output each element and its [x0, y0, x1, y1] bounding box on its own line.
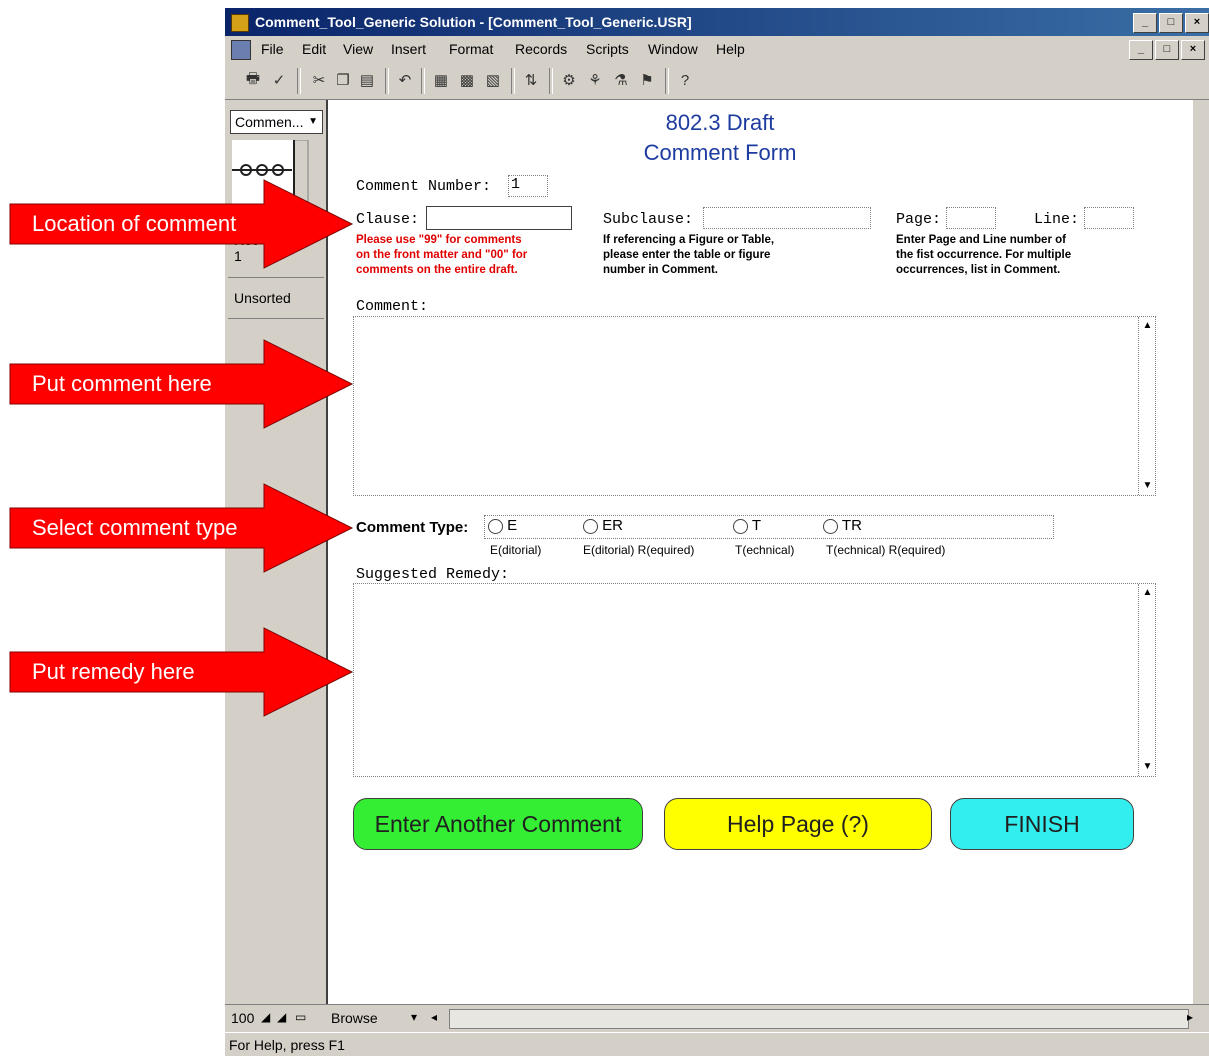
- subclause-field[interactable]: [703, 207, 871, 229]
- menu-scripts[interactable]: Scripts: [586, 36, 629, 62]
- clause-label: Clause:: [356, 211, 420, 228]
- new-record-icon[interactable]: ▦: [431, 70, 451, 90]
- scroll-down-icon[interactable]: ▼: [1140, 479, 1155, 493]
- minimize-button[interactable]: _: [1133, 13, 1157, 33]
- window-scrollbar[interactable]: [1193, 100, 1209, 1004]
- comment-type-t-desc: T(echnical): [735, 543, 795, 557]
- zoom-out-icon[interactable]: ◢: [261, 1010, 270, 1024]
- comment-number-label: Comment Number:: [356, 178, 492, 195]
- page-note-line3: occurrences, list in Comment.: [896, 264, 1061, 276]
- comment-type-er[interactable]: ER: [583, 517, 623, 534]
- omit-icon[interactable]: ⚗: [611, 70, 631, 90]
- comment-textarea[interactable]: ▲ ▼: [353, 316, 1156, 496]
- mode-selector[interactable]: Browse: [331, 1010, 378, 1026]
- subclause-note-line2: please enter the table or figure: [603, 249, 771, 261]
- clause-field[interactable]: [426, 206, 572, 230]
- form-title-line1: 802.3 Draft: [665, 110, 775, 135]
- line-field[interactable]: [1084, 207, 1134, 229]
- status-toggle-icon[interactable]: ▭: [295, 1010, 306, 1024]
- comment-type-t[interactable]: T: [733, 517, 761, 534]
- window-title-bar[interactable]: Comment_Tool_Generic Solution - [Comment…: [225, 8, 1209, 36]
- annotation-remedy: Put remedy here: [32, 659, 195, 684]
- duplicate-record-icon[interactable]: ▩: [457, 70, 477, 90]
- annotation-arrows: [9, 179, 354, 717]
- horizontal-scrollbar[interactable]: [449, 1009, 1189, 1029]
- remedy-label: Suggested Remedy:: [356, 566, 510, 583]
- clause-note-line3: comments on the entire draft.: [356, 264, 518, 276]
- delete-record-icon[interactable]: ▧: [483, 70, 503, 90]
- zoom-in-icon[interactable]: ◢: [277, 1010, 286, 1024]
- menu-window[interactable]: Window: [648, 36, 698, 62]
- comment-type-tr-desc: T(echnical) R(equired): [826, 543, 946, 557]
- chevron-down-icon[interactable]: ▾: [411, 1010, 417, 1024]
- subclause-note-line3: number in Comment.: [603, 264, 719, 276]
- page-label: Page:: [896, 211, 942, 228]
- subclause-note-line1: If referencing a Figure or Table,: [603, 234, 775, 246]
- comment-scrollbar[interactable]: ▲ ▼: [1138, 317, 1155, 495]
- maximize-button[interactable]: □: [1159, 13, 1183, 33]
- subclause-label: Subclause:: [603, 211, 694, 228]
- undo-icon[interactable]: ↶: [395, 70, 415, 90]
- menu-insert[interactable]: Insert: [391, 36, 426, 62]
- find-all-icon[interactable]: ⚘: [585, 70, 605, 90]
- menu-records[interactable]: Records: [515, 36, 567, 62]
- scroll-right-icon[interactable]: ▸: [1187, 1010, 1193, 1024]
- comment-type-group: [484, 515, 1054, 539]
- sort-icon[interactable]: ⇅: [521, 70, 541, 90]
- doc-minimize-button[interactable]: _: [1129, 40, 1153, 60]
- comment-type-e-desc: E(ditorial): [490, 543, 542, 557]
- line-label: Line:: [1034, 211, 1080, 228]
- clause-note-line1: Please use "99" for comments: [356, 234, 522, 246]
- page-note-line2: the fist occurrence. For multiple: [896, 249, 1072, 261]
- status-text: For Help, press F1: [229, 1037, 345, 1053]
- annotation-type: Select comment type: [32, 515, 238, 540]
- finish-button[interactable]: FINISH: [950, 798, 1134, 850]
- page-note-line1: Enter Page and Line number of: [896, 234, 1066, 246]
- page-field[interactable]: [946, 207, 996, 229]
- comment-number-field[interactable]: 1: [508, 175, 548, 197]
- comment-type-tr[interactable]: TR: [823, 517, 862, 534]
- menu-format[interactable]: Format: [449, 36, 493, 62]
- doc-restore-button[interactable]: □: [1155, 40, 1179, 60]
- annotation-comment: Put comment here: [32, 371, 212, 396]
- comment-type-label: Comment Type:: [356, 519, 469, 536]
- annotation-location: Location of comment: [32, 211, 237, 236]
- paste-icon[interactable]: ▤: [357, 70, 377, 90]
- status-bar: For Help, press F1: [225, 1032, 1209, 1056]
- menu-help[interactable]: Help: [716, 36, 745, 62]
- form-title-line2: Comment Form: [643, 140, 797, 165]
- show-omitted-icon[interactable]: ⚑: [637, 70, 657, 90]
- toolbar: 🖶 ✓ ✂ ❐ ▤ ↶ ▦ ▩ ▧ ⇅ ⚙ ⚘ ⚗ ⚑ ?: [225, 62, 1209, 100]
- enter-another-comment-button[interactable]: Enter Another Comment: [353, 798, 643, 850]
- scroll-left-icon[interactable]: ◂: [431, 1010, 437, 1024]
- bottom-bar: 100 ◢ ◢ ▭ Browse ▾ ◂ ▸: [225, 1004, 1209, 1032]
- find-icon[interactable]: ⚙: [559, 70, 579, 90]
- doc-close-button[interactable]: ×: [1181, 40, 1205, 60]
- scroll-down-icon[interactable]: ▼: [1140, 760, 1155, 774]
- close-button[interactable]: ×: [1185, 13, 1209, 33]
- comment-type-e[interactable]: E: [488, 517, 517, 534]
- help-page-button[interactable]: Help Page (?): [664, 798, 932, 850]
- menu-bar: File Edit View Insert Format Records Scr…: [225, 36, 1209, 62]
- scroll-up-icon[interactable]: ▲: [1140, 586, 1155, 600]
- remedy-textarea[interactable]: ▲ ▼: [353, 583, 1156, 777]
- help-icon[interactable]: ?: [675, 70, 695, 90]
- remedy-scrollbar[interactable]: ▲ ▼: [1138, 584, 1155, 776]
- comment-label: Comment:: [356, 298, 429, 315]
- clause-note-line2: on the front matter and "00" for: [356, 249, 528, 261]
- scroll-up-icon[interactable]: ▲: [1140, 319, 1155, 333]
- zoom-level[interactable]: 100: [231, 1010, 254, 1026]
- comment-type-er-desc: E(ditorial) R(equired): [583, 543, 695, 557]
